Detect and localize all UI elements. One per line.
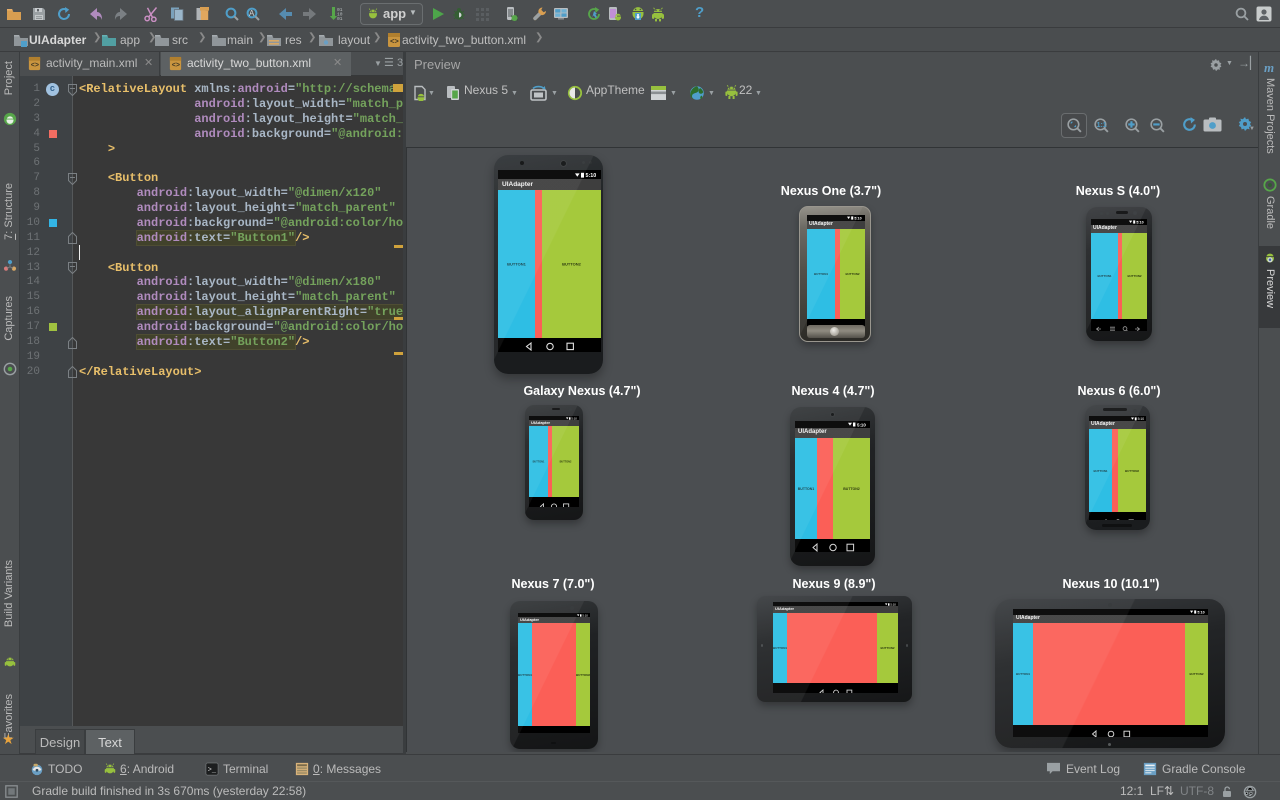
svg-text:>_: >_ (208, 767, 217, 775)
svg-text:<>: <> (31, 62, 39, 70)
svg-text:5:10: 5:10 (854, 216, 861, 220)
svg-text:A: A (249, 9, 255, 18)
svg-text:<>: <> (172, 62, 180, 70)
svg-text:5:10: 5:10 (586, 173, 597, 178)
svg-text:5:10: 5:10 (1138, 417, 1145, 421)
svg-text:5:10: 5:10 (1136, 220, 1143, 224)
svg-text:5:10: 5:10 (857, 422, 866, 427)
svg-text:5:10: 5:10 (1197, 610, 1204, 614)
svg-text:01: 01 (337, 16, 343, 22)
svg-text:1:1: 1:1 (1097, 122, 1107, 129)
svg-text:<>: <> (390, 39, 399, 47)
